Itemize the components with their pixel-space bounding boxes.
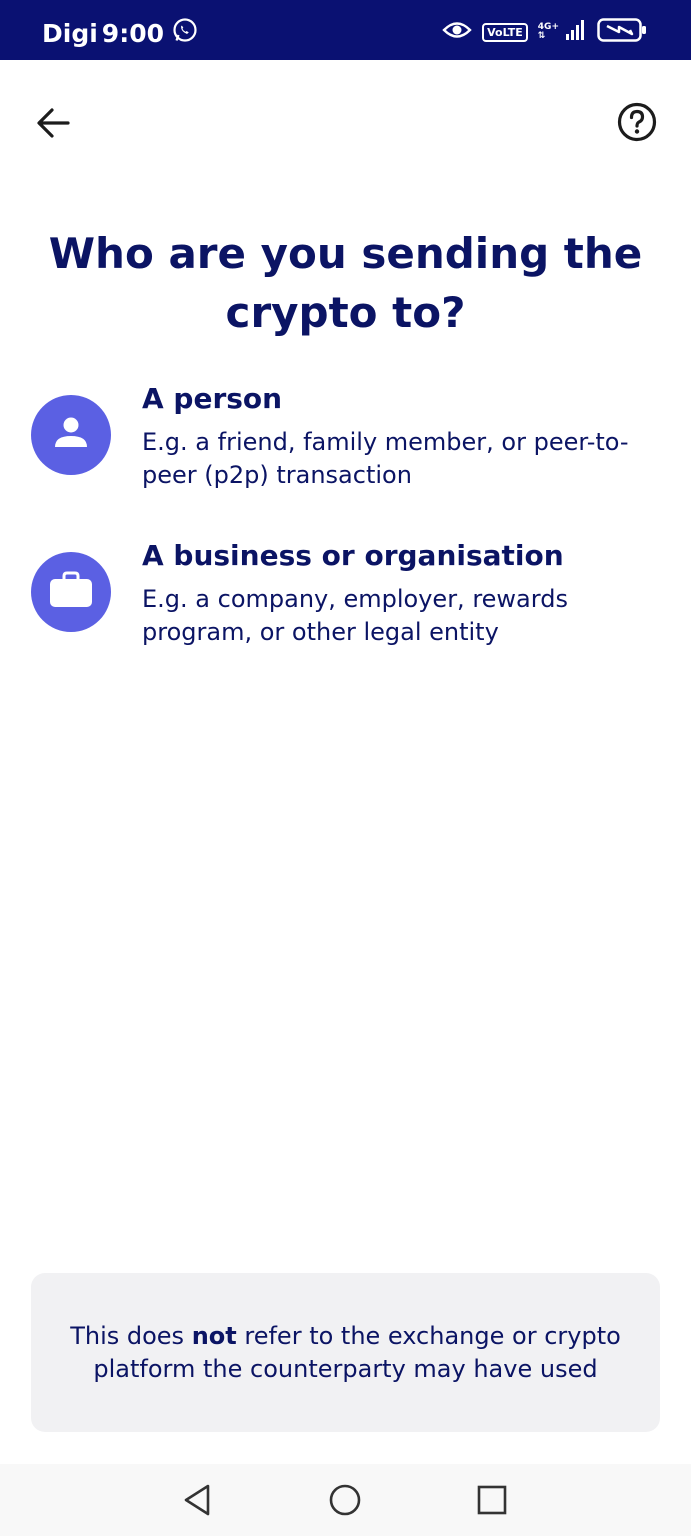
option-business-title: A business or organisation: [142, 539, 564, 572]
nav-back-button[interactable]: [180, 1482, 216, 1518]
help-circle-icon: [612, 98, 662, 152]
option-business[interactable]: A business or organisation E.g. a compan…: [0, 535, 691, 665]
nav-recents-button[interactable]: [474, 1482, 510, 1518]
help-button[interactable]: [612, 98, 662, 148]
nav-home-button[interactable]: [327, 1482, 363, 1518]
briefcase-icon: [49, 570, 93, 614]
info-text-prefix: This does: [70, 1321, 192, 1350]
triangle-back-icon: [180, 1482, 216, 1522]
eye-icon: [442, 19, 472, 45]
status-right: VoLTE 4G+ ⇅: [442, 18, 647, 46]
arrow-left-icon: [30, 102, 78, 146]
page-title: Who are you sending the crypto to?: [48, 229, 643, 337]
option-person-title: A person: [142, 382, 283, 415]
whatsapp-icon: [172, 17, 198, 49]
info-text: This does not refer to the exchange or c…: [61, 1320, 630, 1386]
signal-icon: [565, 19, 587, 45]
status-left: Digi 9:00: [42, 17, 198, 49]
business-avatar: [31, 552, 111, 632]
option-business-description: E.g. a company, employer, rewards progra…: [142, 585, 568, 646]
info-text-emphasis: not: [191, 1321, 237, 1350]
option-person[interactable]: A person E.g. a friend, family member, o…: [0, 378, 691, 508]
data-arrows-icon: ⇅: [537, 31, 546, 41]
person-avatar: [31, 395, 111, 475]
circle-home-icon: [327, 1482, 363, 1522]
system-nav-bar: [0, 1464, 691, 1536]
square-recents-icon: [474, 1482, 510, 1522]
status-bar: Digi 9:00 VoLTE 4G+ ⇅: [0, 0, 691, 60]
carrier-name: Digi: [42, 18, 98, 48]
person-icon: [51, 413, 91, 457]
top-app-bar: [0, 60, 691, 180]
network-type: 4G+ ⇅: [538, 23, 559, 41]
info-box: This does not refer to the exchange or c…: [31, 1273, 660, 1432]
clock: 9:00: [101, 18, 164, 48]
volte-badge: VoLTE: [482, 22, 528, 42]
option-person-description: E.g. a friend, family member, or peer-to…: [142, 428, 629, 489]
back-button[interactable]: [30, 102, 78, 142]
battery-charging-icon: [597, 18, 647, 46]
